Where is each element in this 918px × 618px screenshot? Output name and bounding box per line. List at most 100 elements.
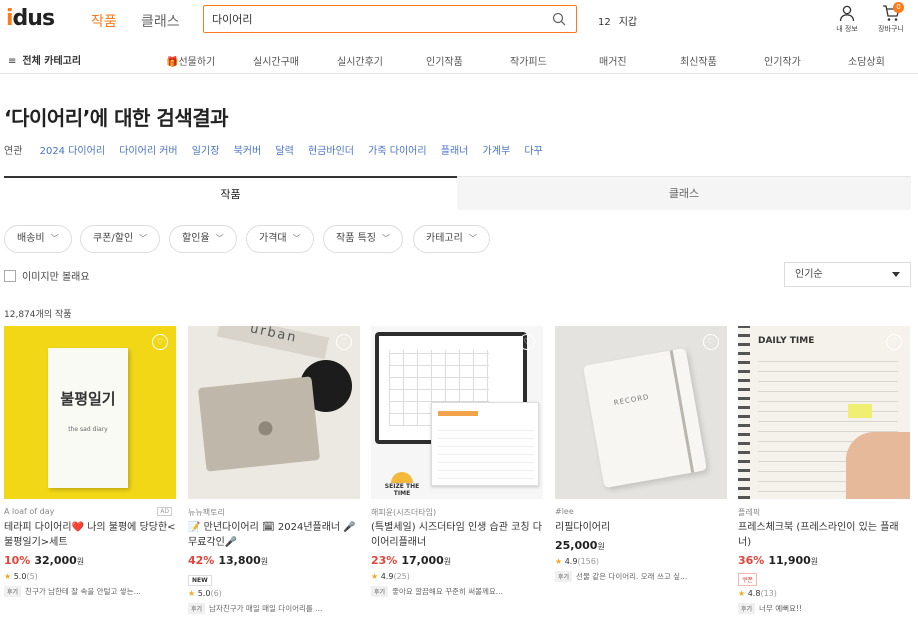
seller-name[interactable]: A loaf of day AD — [4, 507, 176, 518]
product-price: 42% 13,800원 — [188, 554, 360, 567]
filter-price[interactable]: 가격대 ﹀ — [246, 225, 314, 253]
product-card[interactable]: SEIZE THE TIME ♡ 해피윤(시즈더타임) (특별세일) 시즈더타임… — [371, 326, 543, 597]
review-count: (25) — [393, 572, 410, 581]
related-keyword[interactable]: 현금바인더 — [308, 146, 354, 157]
review-snippet[interactable]: 후기 남자친구가 매일 매일 다이어리를 ... — [188, 603, 360, 614]
tab-works[interactable]: 작품 — [4, 176, 457, 210]
review-label: 후기 — [738, 603, 756, 614]
user-icon — [839, 5, 855, 22]
filter-label: 가격대 — [259, 233, 287, 244]
nav-item-sodam[interactable]: 소담상회 — [848, 53, 885, 68]
search-result-title: ‘다이어리’에 대한 검색결과 — [4, 106, 229, 130]
review-text: 너무 예뻐요!! — [759, 604, 802, 613]
cart-button[interactable]: 0 장바구니 — [874, 2, 908, 34]
review-snippet[interactable]: 후기 너무 예뻐요!! — [738, 603, 910, 614]
filter-category[interactable]: 카테고리 ﹀ — [413, 225, 490, 253]
review-text: 남자친구가 매일 매일 다이어리를 ... — [209, 604, 323, 613]
product-card[interactable]: RECORD ♡ #lee 리필다이어리 25,000원 ★ 4.9(156) … — [555, 326, 727, 582]
product-name[interactable]: 리필다이어리 — [555, 520, 727, 535]
top-header: idus 작품 클래스 12 지갑 내 정보 0 장바구니 — [0, 0, 918, 42]
trending-rank: 12 — [598, 17, 611, 28]
related-keyword[interactable]: 다이어리 커버 — [119, 146, 177, 157]
heart-icon[interactable]: ♡ — [886, 334, 902, 350]
price-amount: 13,800 — [218, 554, 261, 567]
nav-item-live-purchase[interactable]: 실시간구매 — [253, 53, 299, 68]
idus-logo[interactable]: idus — [6, 6, 55, 31]
seller-name[interactable]: 플레픽 — [738, 507, 910, 518]
filter-coupon[interactable]: 쿠폰/할인 ﹀ — [80, 225, 161, 253]
product-name[interactable]: 테라피 다이어리❤️ 나의 불평에 당당한<불평일기>세트 — [4, 520, 176, 550]
related-keyword[interactable]: 가죽 다이어리 — [368, 146, 426, 157]
header-tab-classes[interactable]: 클래스 — [141, 11, 180, 31]
trending-keyword[interactable]: 12 지갑 — [598, 13, 637, 28]
product-name[interactable]: (특별세일) 시즈더타임 인생 습관 코칭 다이어리플래너 — [371, 520, 543, 550]
nav-item-popular-artists[interactable]: 인기작가 — [764, 53, 801, 68]
product-card[interactable]: urban ♡ 뉴뉴팩토리 📝 만년다이어리 🗓 2024년플래너 🎤무료각인🎤… — [188, 326, 360, 614]
seller-name[interactable]: 뉴뉴팩토리 — [188, 507, 360, 518]
diary-button — [257, 420, 274, 437]
my-info-button[interactable]: 내 정보 — [832, 4, 862, 34]
filter-features[interactable]: 작품 특징 ﹀ — [323, 225, 403, 253]
planner-header-text: DAILY TIME — [758, 336, 815, 346]
search-input[interactable] — [212, 12, 542, 25]
nav-item-popular-works[interactable]: 인기작품 — [426, 53, 463, 68]
nav-item-gift[interactable]: 🎁선물하기 — [166, 53, 215, 68]
tab-classes[interactable]: 클래스 — [457, 176, 911, 210]
sort-select[interactable]: 인기순 — [784, 262, 911, 287]
related-keyword[interactable]: 2024 다이어리 — [40, 146, 105, 157]
search-icon[interactable] — [552, 12, 566, 26]
all-categories-button[interactable]: ≡ 전체 카테고리 — [8, 52, 81, 67]
product-image[interactable]: DAILY TIME ♡ — [738, 326, 910, 499]
urban-box: urban — [216, 326, 330, 360]
image-only-checkbox[interactable]: 이미지만 볼래요 — [4, 268, 90, 283]
product-image[interactable]: 불평일기 the sad diary ♡ — [4, 326, 176, 499]
planner-lines — [438, 423, 534, 479]
heart-icon[interactable]: ♡ — [519, 334, 535, 350]
product-name[interactable]: 📝 만년다이어리 🗓 2024년플래너 🎤무료각인🎤 — [188, 520, 360, 550]
review-snippet[interactable]: 후기 좋아요 깔끔해요 꾸준히 써볼께요... — [371, 586, 543, 597]
discount-rate: 10% — [4, 554, 31, 567]
trending-word: 지갑 — [618, 17, 638, 28]
related-keyword[interactable]: 다꾸 — [524, 146, 542, 157]
review-snippet[interactable]: 후기 선물 같은 다이어리. 오래 쓰고 싶... — [555, 571, 727, 582]
heart-icon[interactable]: ♡ — [703, 334, 719, 350]
heart-icon[interactable]: ♡ — [336, 334, 352, 350]
price-unit: 원 — [260, 557, 269, 566]
rating-value: 5.0 — [197, 589, 211, 598]
related-keyword[interactable]: 가계부 — [483, 146, 511, 157]
related-keyword[interactable]: 일기장 — [192, 146, 220, 157]
review-label: 후기 — [555, 571, 573, 582]
review-snippet[interactable]: 후기 친구가 남한테 잘 속을 안털고 쌓는... — [4, 586, 176, 597]
product-name[interactable]: 프레스체크북 (프레스라인이 있는 플래너) — [738, 520, 910, 550]
product-image[interactable]: SEIZE THE TIME ♡ — [371, 326, 543, 499]
product-card[interactable]: 불평일기 the sad diary ♡ A loaf of day AD 테라피… — [4, 326, 176, 597]
header-tab-works[interactable]: 작품 — [91, 11, 117, 31]
review-label: 후기 — [4, 586, 22, 597]
nav-item-artist-feed[interactable]: 작가피드 — [510, 53, 547, 68]
price-unit: 원 — [76, 557, 85, 566]
nav-item-magazine[interactable]: 매거진 — [599, 53, 627, 68]
product-price: 36% 11,900원 — [738, 554, 910, 567]
related-keyword[interactable]: 플래너 — [441, 146, 469, 157]
seller-name[interactable]: #lee — [555, 507, 727, 518]
product-rating: ★ 4.9(25) — [371, 572, 543, 581]
product-card[interactable]: DAILY TIME ♡ 플레픽 프레스체크북 (프레스라인이 있는 플래너) … — [738, 326, 910, 614]
star-icon: ★ — [4, 572, 12, 581]
review-count: (156) — [577, 557, 599, 566]
filter-shipping[interactable]: 배송비 ﹀ — [4, 225, 72, 253]
cart-label: 장바구니 — [878, 25, 904, 33]
related-keyword[interactable]: 북커버 — [234, 146, 262, 157]
product-image[interactable]: urban ♡ — [188, 326, 360, 499]
seller-name[interactable]: 해피윤(시즈더타임) — [371, 507, 543, 518]
product-image[interactable]: RECORD ♡ — [555, 326, 727, 499]
price-amount: 11,900 — [768, 554, 811, 567]
filter-discount-rate[interactable]: 할인율 ﹀ — [169, 225, 237, 253]
my-info-label: 내 정보 — [836, 25, 858, 33]
nav-item-live-review[interactable]: 실시간후기 — [337, 53, 383, 68]
related-keyword[interactable]: 달력 — [275, 146, 293, 157]
gift-icon: 🎁 — [166, 57, 179, 68]
search-box[interactable] — [203, 5, 577, 33]
heart-icon[interactable]: ♡ — [152, 334, 168, 350]
checkbox-box[interactable] — [4, 270, 16, 282]
nav-item-latest-works[interactable]: 최신작품 — [680, 53, 717, 68]
